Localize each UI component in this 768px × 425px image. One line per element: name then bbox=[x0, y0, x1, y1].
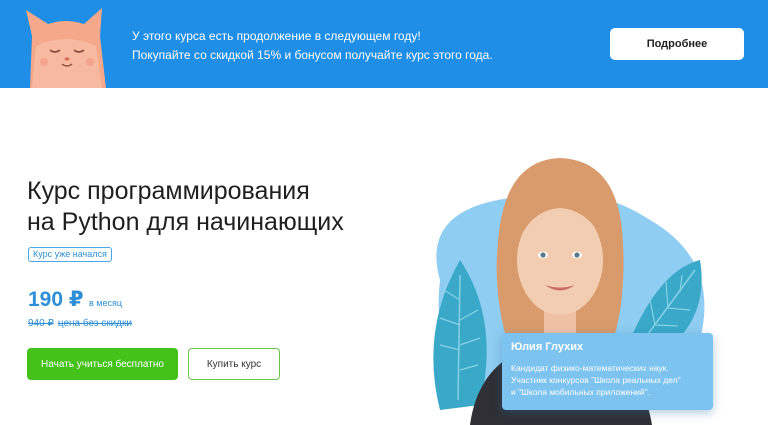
course-title: Курс программирования на Python для начи… bbox=[27, 176, 387, 238]
price-unit: в месяц bbox=[89, 298, 123, 308]
banner-line-2: Покупайте со скидкой 15% и бонусом получ… bbox=[132, 48, 493, 62]
buy-course-button[interactable]: Купить курс bbox=[188, 348, 280, 380]
course-title-line-2: на Python для начинающих bbox=[27, 208, 344, 236]
teacher-bio-line-3: и "Школа мобильных приложений". bbox=[511, 387, 651, 397]
old-price-value: 940 ₽ bbox=[28, 318, 54, 329]
more-details-button[interactable]: Подробнее bbox=[610, 28, 744, 60]
teacher-bio-line-2: Участник конкурсов "Школа реальных дел" bbox=[511, 375, 681, 385]
price: 190 ₽ bbox=[28, 288, 84, 311]
teacher-card: Юлия Глухих Кандидат физико-математическ… bbox=[502, 333, 713, 410]
teacher-bio-line-1: Кандидат физико-математических наук. bbox=[511, 363, 669, 373]
promo-banner: У этого курса есть продолжение в следующ… bbox=[0, 0, 768, 88]
cat-mascot-icon bbox=[26, 8, 106, 88]
status-badge: Курс уже начался bbox=[28, 247, 112, 262]
banner-message: У этого курса есть продолжение в следующ… bbox=[132, 27, 493, 65]
teacher-name: Юлия Глухих bbox=[511, 341, 584, 353]
old-price-note: цена без скидки bbox=[57, 318, 132, 329]
banner-line-1: У этого курса есть продолжение в следующ… bbox=[132, 29, 421, 43]
teacher-bio: Кандидат физико-математических наук. Уча… bbox=[511, 362, 704, 398]
start-free-button[interactable]: Начать учиться бесплатно bbox=[27, 348, 178, 380]
course-title-line-1: Курс программирования bbox=[27, 177, 310, 205]
old-price: 940 ₽ цена без скидки bbox=[28, 318, 132, 329]
